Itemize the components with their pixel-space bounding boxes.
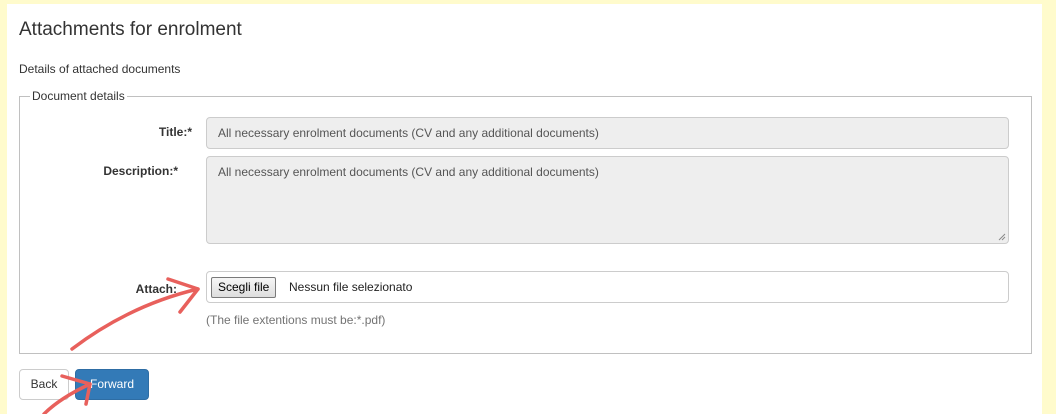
- page-title: Attachments for enrolment: [19, 19, 242, 40]
- title-label: Title:*: [158, 125, 192, 139]
- resize-grip-icon[interactable]: [998, 233, 1006, 241]
- page-subtitle: Details of attached documents: [19, 62, 181, 76]
- file-input[interactable]: Scegli file Nessun file selezionato: [206, 271, 1009, 303]
- choose-file-button[interactable]: Scegli file: [211, 277, 277, 298]
- title-field[interactable]: All necessary enrolment documents (CV an…: [206, 117, 1009, 149]
- fieldset-legend: Document details: [30, 89, 127, 103]
- description-value: All necessary enrolment documents (CV an…: [218, 165, 599, 179]
- back-button[interactable]: Back: [19, 369, 69, 400]
- description-field[interactable]: All necessary enrolment documents (CV an…: [206, 156, 1009, 244]
- file-status: Nessun file selezionato: [289, 280, 413, 294]
- description-label: Description:*: [103, 164, 178, 178]
- attach-label: Attach:: [135, 282, 177, 296]
- file-extension-help: (The file extentions must be:*.pdf): [206, 313, 386, 327]
- forward-button[interactable]: Forward: [75, 369, 149, 400]
